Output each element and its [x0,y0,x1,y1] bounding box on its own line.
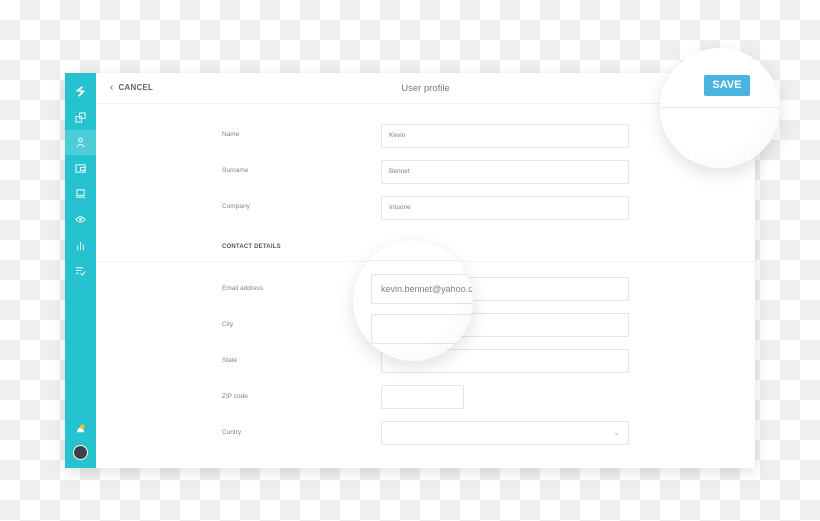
logo-icon[interactable] [65,79,96,104]
state-label: State [222,357,238,364]
header: ‹ CANCEL User profile [96,73,755,104]
save-button[interactable]: SAVE [704,75,750,96]
checklist-icon[interactable] [65,258,96,283]
company-label: Company [222,203,250,210]
name-label: Name [222,131,240,138]
user-avatar[interactable] [65,440,96,465]
company-input[interactable]: Intuone [381,196,629,220]
chevron-down-icon: ⌄ [613,428,620,437]
bar-chart-icon[interactable] [65,233,96,258]
copy-icon[interactable] [65,105,96,130]
email-magnifier: kevin.bennet@yahoo.c [353,241,473,361]
user-icon[interactable] [65,130,96,155]
country-select[interactable]: ⌄ [381,421,629,445]
wallet-icon[interactable] [65,156,96,181]
email-value-magnified: kevin.bennet@yahoo.c [371,274,473,304]
zip-input[interactable] [381,385,464,409]
page-title: User profile [401,83,450,94]
email-label: Email address [222,285,264,292]
name-input[interactable]: Kevin [381,124,629,148]
zip-label: ZIP code [222,393,248,400]
country-label: Cuntry [222,429,242,436]
sidebar [65,73,96,468]
section-title: CONTACT DETAILS [222,244,281,250]
city-input-magnified [371,314,473,344]
city-label: City [222,321,234,328]
notification-bell-icon[interactable] [65,417,96,442]
surname-input[interactable]: Bennet [381,160,629,184]
surname-label: Surname [222,167,249,174]
monitor-icon[interactable] [65,181,96,206]
save-magnifier: SAVE [660,48,780,168]
eye-icon[interactable] [65,207,96,232]
